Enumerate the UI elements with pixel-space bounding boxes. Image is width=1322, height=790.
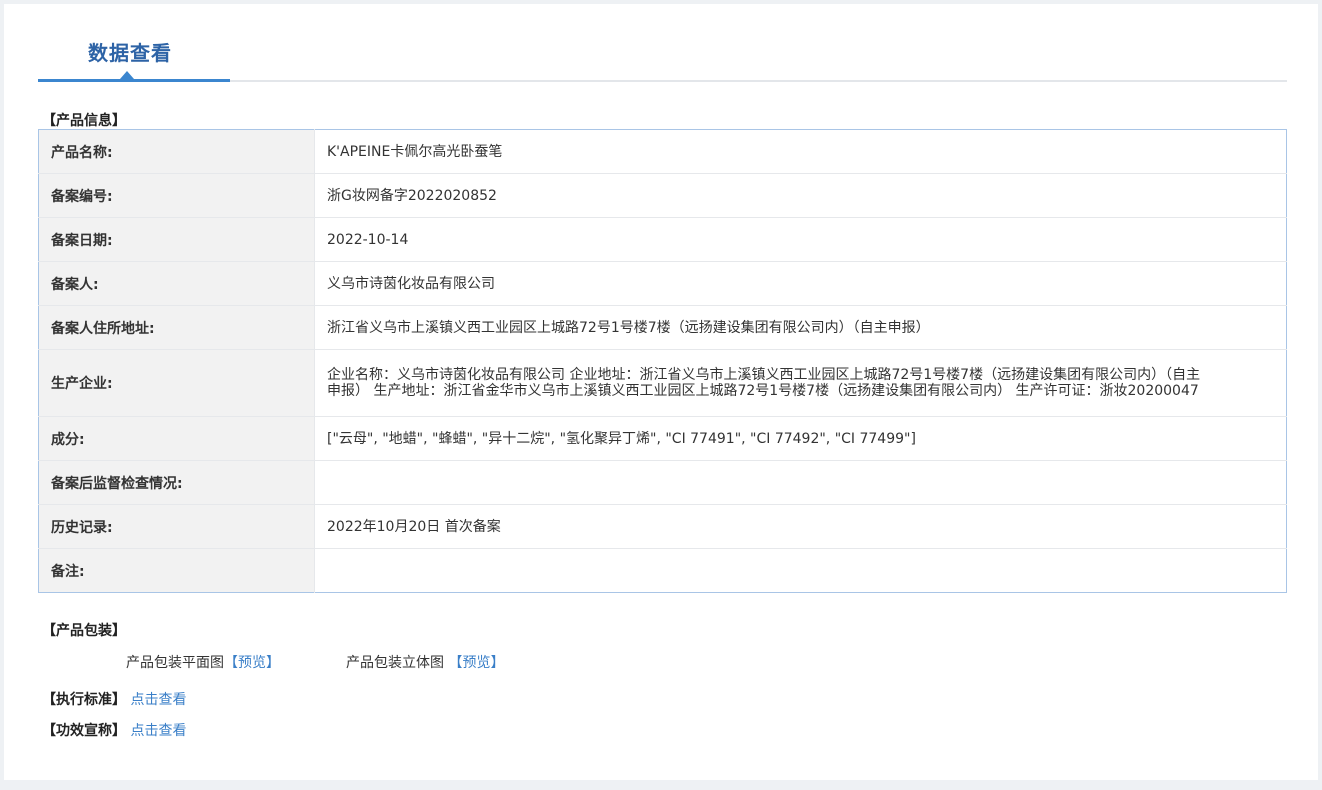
row-label: 生产企业: [38, 349, 315, 417]
row-value: K'APEINE卡佩尔高光卧蚕笔 [314, 129, 1287, 174]
row-label: 成分: [38, 416, 315, 461]
efficacy-row: 【功效宣称】 点击查看 [42, 720, 186, 740]
standard-row: 【执行标准】 点击查看 [42, 689, 186, 709]
solid-packaging-label: 产品包装立体图 [346, 655, 444, 671]
table-row: 备案人住所地址: 浙江省义乌市上溪镇义西工业园区上城路72号1号楼7楼（远扬建设… [38, 305, 1287, 350]
row-value [314, 460, 1287, 505]
table-row: 产品名称: K'APEINE卡佩尔高光卧蚕笔 [38, 129, 1287, 174]
tab-bar: 数据查看 [38, 4, 1287, 84]
product-info-table: 产品名称: K'APEINE卡佩尔高光卧蚕笔 备案编号: 浙G妆网备字20220… [38, 129, 1287, 593]
product-info-heading: 【产品信息】 [42, 113, 126, 129]
row-value: 2022年10月20日 首次备案 [314, 504, 1287, 549]
row-value [315, 549, 1287, 593]
flat-packaging-item: 产品包装平面图【预览】 [126, 652, 280, 672]
row-value: ["云母", "地蜡", "蜂蜡", "异十二烷", "氢化聚异丁烯", "CI… [314, 416, 1287, 461]
row-label: 备案编号: [38, 173, 315, 218]
table-row: 生产企业: 企业名称：义乌市诗茵化妆品有限公司 企业地址：浙江省义乌市上溪镇义西… [38, 349, 1287, 417]
row-label: 备案人住所地址: [38, 305, 315, 350]
packaging-heading: 【产品包装】 [42, 623, 126, 639]
table-row: 历史记录: 2022年10月20日 首次备案 [38, 504, 1287, 549]
flat-packaging-preview-link[interactable]: 【预览】 [224, 655, 280, 671]
solid-packaging-item: 产品包装立体图 【预览】 [346, 652, 504, 672]
row-label: 备案后监督检查情况: [38, 460, 315, 505]
row-label: 产品名称: [38, 129, 315, 174]
table-row: 备案编号: 浙G妆网备字2022020852 [38, 173, 1287, 218]
content-panel: 数据查看 【产品信息】 产品名称: K'APEINE卡佩尔高光卧蚕笔 备案编号:… [4, 4, 1318, 780]
row-value: 义乌市诗茵化妆品有限公司 [314, 261, 1287, 306]
standard-view-link[interactable]: 点击查看 [130, 692, 186, 708]
row-value: 企业名称：义乌市诗茵化妆品有限公司 企业地址：浙江省义乌市上溪镇义西工业园区上城… [314, 349, 1287, 417]
tab-data-view[interactable]: 数据查看 [88, 37, 172, 66]
row-value: 浙江省义乌市上溪镇义西工业园区上城路72号1号楼7楼（远扬建设集团有限公司内）（… [314, 305, 1287, 350]
solid-packaging-preview-link[interactable]: 【预览】 [448, 655, 504, 671]
table-row: 备案后监督检查情况: [38, 460, 1287, 505]
efficacy-view-link[interactable]: 点击查看 [130, 723, 186, 739]
row-label: 备案人: [38, 261, 315, 306]
row-label: 历史记录: [38, 504, 315, 549]
row-label: 备注: [38, 548, 315, 593]
row-label: 备案日期: [38, 217, 315, 262]
standard-label: 【执行标准】 [42, 692, 126, 708]
tab-active-indicator [38, 79, 230, 82]
flat-packaging-label: 产品包装平面图 [126, 655, 224, 671]
efficacy-label: 【功效宣称】 [42, 723, 126, 739]
table-row: 备案日期: 2022-10-14 [38, 217, 1287, 262]
table-row: 备案人: 义乌市诗茵化妆品有限公司 [38, 261, 1287, 306]
row-value: 2022-10-14 [314, 217, 1287, 262]
caret-up-icon [120, 71, 134, 79]
table-row: 成分: ["云母", "地蜡", "蜂蜡", "异十二烷", "氢化聚异丁烯",… [38, 416, 1287, 461]
row-value: 浙G妆网备字2022020852 [314, 173, 1287, 218]
table-row: 备注: [38, 548, 1287, 593]
